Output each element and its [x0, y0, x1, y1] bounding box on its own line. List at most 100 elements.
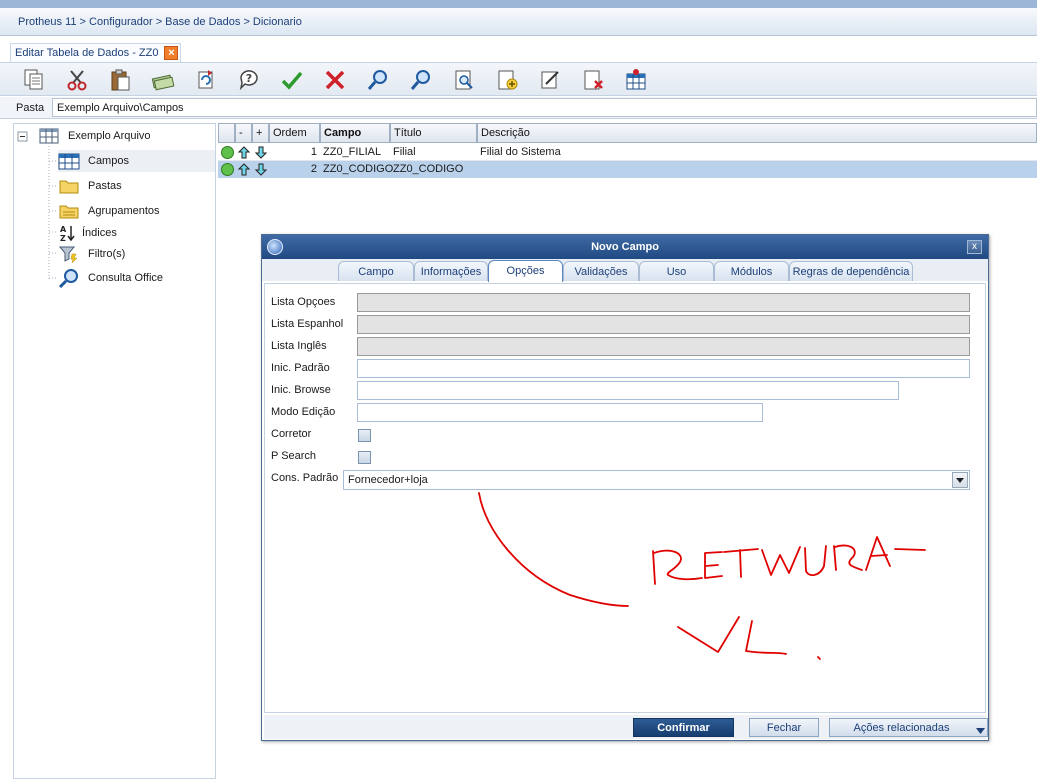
tree-panel: Exemplo Arquivo Campos Pastas Agrupament…	[13, 123, 216, 779]
move-up-icon[interactable]	[235, 144, 252, 161]
label-corretor: Corretor	[271, 428, 312, 440]
cell-titulo: ZZ0_CODIGO	[393, 163, 464, 175]
table-icon[interactable]	[622, 66, 650, 94]
tree-item-label: Agrupamentos	[88, 205, 160, 217]
cons-padrao-value: Fornecedor+loja	[348, 474, 428, 486]
tree-item-indices[interactable]: AZ Índices	[58, 222, 215, 244]
confirm-check-icon[interactable]	[278, 66, 306, 94]
fields-table-icon	[58, 151, 80, 171]
tab-validacoes[interactable]: Validações	[563, 261, 639, 281]
tree-root-label: Exemplo Arquivo	[68, 130, 151, 142]
svg-text:Z: Z	[60, 234, 66, 242]
cancel-x-icon[interactable]	[321, 66, 349, 94]
svg-text:?: ?	[246, 72, 252, 85]
move-down-icon[interactable]	[252, 161, 269, 178]
tree-item-label: Filtro(s)	[88, 248, 126, 260]
move-down-icon[interactable]	[252, 144, 269, 161]
app-logo-icon	[267, 239, 283, 255]
acoes-relacionadas-label: Ações relacionadas	[853, 722, 950, 734]
label-lista-espanhol: Lista Espanhol	[271, 318, 344, 330]
help-icon[interactable]: ?	[235, 66, 263, 94]
modo-edicao-field[interactable]	[357, 403, 763, 422]
lista-espanhol-field	[357, 315, 970, 334]
tree-root-exemplo-arquivo[interactable]: Exemplo Arquivo	[38, 125, 208, 147]
column-header-ordem[interactable]: Ordem	[269, 123, 320, 143]
path-bar: Pasta Exemplo Arquivo\Campos	[0, 97, 1037, 119]
preview-icon[interactable]	[450, 66, 478, 94]
tree-item-pastas[interactable]: Pastas	[58, 175, 215, 197]
table-row[interactable]: 2 ZZ0_CODIGO ZZ0_CODIGO	[218, 161, 1037, 178]
cons-padrao-select[interactable]: Fornecedor+loja	[343, 470, 970, 490]
acoes-relacionadas-button[interactable]: Ações relacionadas	[829, 718, 988, 737]
delete-document-icon[interactable]	[579, 66, 607, 94]
sort-az-icon: AZ	[58, 223, 80, 243]
refresh-icon[interactable]	[192, 66, 220, 94]
tree-item-consulta-office[interactable]: Consulta Office	[58, 267, 215, 289]
table-row[interactable]: 1 ZZ0_FILIAL Filial Filial do Sistema	[218, 144, 1037, 161]
document-tab-label: Editar Tabela de Dados - ZZ0	[15, 47, 159, 59]
tab-regras-de-dependencia[interactable]: Regras de dependência	[789, 261, 913, 281]
fechar-button[interactable]: Fechar	[749, 718, 819, 737]
cell-ordem: 2	[310, 163, 317, 175]
dropdown-arrow-icon[interactable]	[952, 472, 968, 488]
label-lista-opcoes: Lista Opçoes	[271, 296, 336, 308]
column-header-plus[interactable]: +	[252, 123, 269, 143]
column-header-status[interactable]	[218, 123, 235, 143]
confirmar-button[interactable]: Confirmar	[633, 718, 734, 737]
breadcrumb: Protheus 11 > Configurador > Base de Dad…	[0, 8, 1037, 36]
tab-campo[interactable]: Campo	[338, 261, 414, 281]
tree-item-label: Consulta Office	[88, 272, 164, 284]
cell-titulo: Filial	[393, 146, 416, 158]
add-document-icon[interactable]	[493, 66, 521, 94]
lista-opcoes-field	[357, 293, 970, 312]
p-search-checkbox[interactable]	[358, 451, 371, 464]
lista-ingles-field	[357, 337, 970, 356]
tab-opcoes[interactable]: Opções	[488, 260, 563, 282]
dialog-tab-bar: Campo Informações Opções Validações Uso …	[262, 259, 988, 282]
tree-item-label: Campos	[88, 155, 129, 167]
column-header-minus[interactable]: -	[235, 123, 252, 143]
label-modo-edicao: Modo Edição	[271, 406, 336, 418]
svg-text:A: A	[60, 225, 67, 234]
table-icon	[38, 126, 60, 146]
tree-item-campos[interactable]: Campos	[58, 150, 215, 172]
grouping-folder-icon	[58, 201, 80, 221]
search-next-icon[interactable]	[407, 66, 435, 94]
cell-descricao: Filial do Sistema	[480, 146, 561, 158]
tree-item-label: Pastas	[88, 180, 122, 192]
dialog-footer: Confirmar Fechar Ações relacionadas	[264, 715, 988, 739]
tree-item-agrupamentos[interactable]: Agrupamentos	[58, 200, 215, 222]
copy-icon[interactable]	[20, 66, 48, 94]
move-up-icon[interactable]	[235, 161, 252, 178]
document-tab[interactable]: Editar Tabela de Dados - ZZ0 ×	[10, 43, 182, 62]
dialog-close-button[interactable]: x	[967, 240, 982, 254]
tree-item-filtros[interactable]: Filtro(s)	[58, 243, 215, 265]
close-tab-icon[interactable]: ×	[164, 46, 179, 60]
edit-document-icon[interactable]	[536, 66, 564, 94]
label-lista-ingles: Lista Inglês	[271, 340, 327, 352]
status-ok-icon	[218, 144, 235, 161]
label-p-search: P Search	[271, 450, 317, 462]
column-header-campo[interactable]: Campo	[320, 123, 390, 143]
inic-padrao-field[interactable]	[357, 359, 970, 378]
cell-campo: ZZ0_FILIAL	[323, 146, 382, 158]
search-icon[interactable]	[364, 66, 392, 94]
label-cons-padrao: Cons. Padrão	[271, 472, 339, 484]
column-header-descricao[interactable]: Descrição	[477, 123, 1037, 143]
money-icon[interactable]	[149, 66, 177, 94]
dialog-title: Novo Campo	[262, 235, 988, 259]
cell-campo: ZZ0_CODIGO	[323, 163, 394, 175]
column-header-titulo[interactable]: Título	[390, 123, 477, 143]
inic-browse-field[interactable]	[357, 381, 899, 400]
tree-item-label: Índices	[82, 227, 117, 239]
folder-icon	[58, 176, 80, 196]
corretor-checkbox[interactable]	[358, 429, 371, 442]
filter-funnel-icon	[58, 244, 80, 264]
tab-informacoes[interactable]: Informações	[414, 261, 488, 281]
label-inic-browse: Inic. Browse	[271, 384, 331, 396]
cut-icon[interactable]	[63, 66, 91, 94]
tab-modulos[interactable]: Módulos	[714, 261, 789, 281]
label-inic-padrao: Inic. Padrão	[271, 362, 330, 374]
paste-icon[interactable]	[106, 66, 134, 94]
tab-uso[interactable]: Uso	[639, 261, 714, 281]
